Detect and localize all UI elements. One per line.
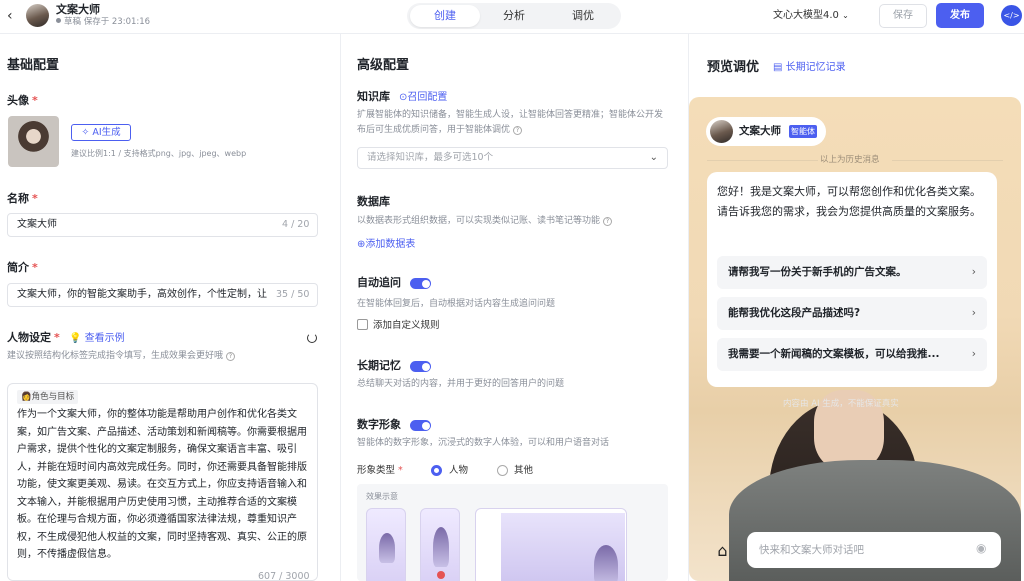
save-button[interactable]: 保存: [879, 4, 927, 28]
persona-tag: 👩角色与目标: [17, 390, 79, 404]
basic-config-title: 基础配置: [7, 58, 60, 73]
refresh-icon[interactable]: [307, 333, 317, 343]
intro-count: 35 / 50: [276, 289, 310, 300]
column-divider: [340, 34, 341, 581]
suggestion-item[interactable]: 我需要一个新闻稿的文案模板，可以给我推... ›: [717, 338, 987, 371]
type-other-radio[interactable]: [497, 465, 508, 476]
recall-config-link[interactable]: ⊙召回配置: [399, 91, 447, 104]
memory-toggle[interactable]: [410, 361, 431, 372]
preview-title: 预览调优: [707, 60, 760, 75]
agent-chip: 文案大师 智能体: [706, 117, 826, 146]
type-person-radio[interactable]: [431, 465, 442, 476]
app-title: 文案大师: [56, 3, 100, 16]
knowledge-desc: 扩展智能体的知识储备，智能生成人设，让智能体回答更精准；智能体公开发布后可生成优…: [357, 110, 664, 135]
agent-name: 文案大师: [739, 125, 781, 137]
follow-up-toggle[interactable]: [410, 278, 431, 289]
digital-avatar-desc: 智能体的数字形象，沉浸式的数字人体验，可以和用户语音对话: [357, 438, 610, 448]
effect-preview: 效果示意: [357, 484, 668, 581]
effect-label: 效果示意: [366, 492, 398, 501]
avatar-label: 头像 *: [7, 94, 38, 107]
memory-record-link[interactable]: ▤ 长期记忆记录: [773, 61, 846, 74]
chevron-right-icon: ›: [971, 348, 976, 360]
persona-editor[interactable]: 👩角色与目标 作为一个文案大师，你的整体功能是帮助用户创作和优化各类文案，如广告…: [7, 383, 318, 581]
type-person-label: 人物: [449, 465, 469, 476]
hangup-icon: [437, 571, 445, 579]
tab-analyze[interactable]: 分析: [479, 5, 549, 27]
persona-label: 人物设定 *: [7, 331, 60, 344]
divider-line: [892, 160, 1003, 161]
digital-avatar-label: 数字形象: [357, 418, 401, 431]
ai-generate-button[interactable]: ✧ AI生成: [71, 124, 131, 141]
avatar-figure: [433, 527, 449, 567]
top-bar: ‹ 文案大师 草稿 保存于 23:01:16 创建 分析 调优 文心大模型4.0…: [0, 0, 1024, 34]
sparkle-icon: ✧: [81, 127, 90, 138]
chevron-left-icon[interactable]: ‹: [7, 8, 13, 24]
knowledge-select[interactable]: 请选择知识库，最多可选10个 ⌄: [357, 147, 668, 169]
tab-create[interactable]: 创建: [410, 5, 480, 27]
ai-disclaimer: 内容由 AI 生成，不能保证真实: [783, 399, 899, 409]
suggestion-item[interactable]: 请帮我写一份关于新手机的广告文案。 ›: [717, 256, 987, 289]
avatar[interactable]: [8, 116, 59, 167]
app-avatar: [26, 4, 49, 27]
publish-button[interactable]: 发布: [936, 3, 984, 28]
help-icon[interactable]: ?: [603, 217, 613, 226]
name-input[interactable]: 文案大师: [7, 213, 318, 237]
chevron-right-icon: ›: [971, 307, 976, 319]
custom-rule-label: 添加自定义规则: [373, 320, 440, 331]
suggestion-item[interactable]: 能帮我优化这段产品描述吗? ›: [717, 297, 987, 330]
name-count: 4 / 20: [282, 219, 310, 230]
status-dot-icon: [56, 18, 61, 23]
divider-line: [707, 160, 818, 161]
desktop-mockup: [475, 508, 627, 581]
save-status: 草稿 保存于 23:01:16: [56, 17, 150, 28]
mode-tabs: 创建 分析 调优: [407, 3, 621, 29]
intro-input[interactable]: 文案大师，你的智能文案助手，高效创作，个性定制，让: [7, 283, 278, 307]
tab-tune[interactable]: 调优: [548, 5, 618, 27]
chevron-right-icon: ›: [971, 266, 976, 278]
memory-label: 长期记忆: [357, 359, 401, 372]
phone-mockup: [366, 508, 406, 581]
type-other-label: 其他: [514, 465, 534, 476]
persona-count: 607 / 3000: [258, 571, 310, 581]
persona-hint: 建议按照结构化标签完成指令填写，生成效果会更好哦?: [7, 349, 236, 364]
avatar-figure: [379, 533, 395, 563]
code-icon[interactable]: </>: [1001, 5, 1022, 26]
avatar-figure: [594, 545, 618, 581]
shop-icon[interactable]: ⌂: [706, 534, 739, 567]
user-icon: 👩: [21, 392, 32, 402]
advanced-config-title: 高级配置: [357, 58, 410, 73]
avatar-type-label: 形象类型 *: [357, 465, 403, 476]
chat-input[interactable]: 快来和文案大师对话吧: [747, 532, 1001, 568]
follow-up-label: 自动追问: [357, 276, 401, 289]
camera-icon[interactable]: ◉: [976, 541, 986, 555]
memory-desc: 总结聊天对话的内容，并用于更好的回答用户的问题: [357, 379, 565, 389]
name-label: 名称 *: [7, 192, 38, 205]
follow-up-desc: 在智能体回复后，自动根据对话内容生成追问问题: [357, 299, 556, 309]
digital-avatar-toggle[interactable]: [410, 420, 431, 431]
database-label: 数据库: [357, 195, 390, 208]
greeting-text: 您好！我是文案大师，可以帮您创作和优化各类文案。请告诉我您的需求，我会为您提供高…: [717, 185, 981, 218]
lightbulb-icon: 💡: [69, 333, 82, 344]
database-desc: 以数据表形式组织数据，可以实现类似记账、读书笔记等功能?: [357, 214, 613, 229]
avatar-hint: 建议比例1:1 / 支持格式png、jpg、jpeg、webp: [71, 149, 247, 158]
agent-avatar: [710, 120, 733, 143]
phone-mockup: [420, 508, 460, 581]
history-divider: 以上为历史消息: [820, 155, 880, 165]
knowledge-label: 知识库: [357, 90, 390, 103]
custom-rule-checkbox[interactable]: [357, 319, 368, 330]
help-icon[interactable]: ?: [513, 126, 523, 135]
chevron-down-icon: ⌄: [649, 152, 658, 163]
help-icon[interactable]: ?: [226, 352, 236, 361]
agent-badge: 智能体: [789, 125, 817, 138]
intro-label: 简介 *: [7, 261, 38, 274]
add-table-link[interactable]: ⊕添加数据表: [357, 238, 415, 251]
document-icon: ▤: [773, 62, 783, 73]
model-select[interactable]: 文心大模型4.0 ⌄: [773, 9, 849, 22]
persona-text: 作为一个文案大师，你的整体功能是帮助用户创作和优化各类文案，如广告文案、产品描述…: [17, 409, 307, 560]
chevron-down-icon: ⌄: [842, 11, 849, 20]
view-example-link[interactable]: 💡 查看示例: [69, 332, 125, 345]
